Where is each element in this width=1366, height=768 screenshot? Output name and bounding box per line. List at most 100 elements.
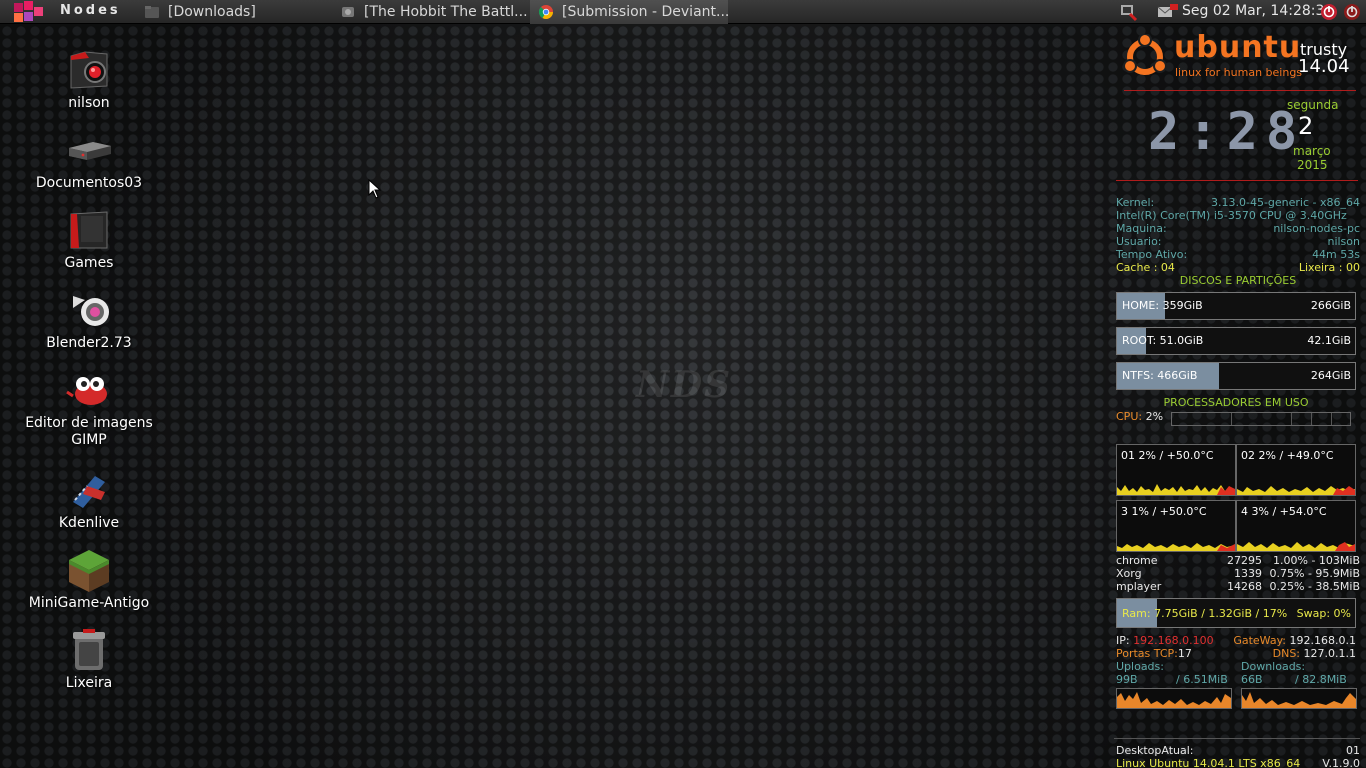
task-downloads[interactable]: [Downloads]: [136, 0, 332, 24]
ubuntu-logo: ubuntu linux for human beings trusty 14.…: [1114, 28, 1360, 91]
minecraft-icon: [65, 546, 113, 594]
task-hobbit[interactable]: [The Hobbit The Battl...: [332, 0, 530, 24]
power-icon[interactable]: [1342, 2, 1362, 22]
desktop-icon-label: Blender2.73: [46, 335, 132, 351]
gimp-icon: [65, 366, 113, 414]
disk-free: 42.1GiB: [1307, 334, 1351, 347]
cpu-usage-bar: [1171, 412, 1351, 426]
disk-label: HOME: 359GiB: [1122, 299, 1203, 312]
desktop-icon-blender[interactable]: Blender2.73: [14, 286, 164, 352]
uptime-value: 44m 53s: [1312, 248, 1360, 261]
ubuntu-tagline: linux for human beings: [1175, 66, 1303, 79]
clock-divider: [1116, 180, 1358, 181]
host-value: nilson-nodes-pc: [1273, 222, 1360, 235]
panel-clock[interactable]: Seg 02 Mar, 14:28:38: [1182, 3, 1333, 19]
disk-bar-home: HOME: 359GiB 266GiB: [1116, 292, 1356, 320]
mail-icon[interactable]: [1154, 2, 1180, 22]
system-info: Kernel: 3.13.0-45-generic - x86_64 Intel(…: [1114, 196, 1360, 287]
core-label: 01 2% / +50.0°C: [1121, 449, 1214, 462]
disk-list: HOME: 359GiB 266GiB ROOT: 51.0GiB 42.1Gi…: [1114, 292, 1360, 390]
ip-value: 192.168.0.100: [1133, 634, 1214, 647]
network-icon[interactable]: [1118, 2, 1138, 22]
ram-label: Ram:: [1122, 607, 1151, 620]
swap-label: Swap:: [1296, 607, 1331, 620]
network-section: IP: 192.168.0.100 GateWay: 192.168.0.1 P…: [1114, 632, 1360, 718]
upload-activity-graph: [1117, 692, 1231, 708]
tray: [1118, 0, 1180, 24]
upload-graph: [1116, 688, 1232, 709]
mouse-cursor-icon: [368, 179, 382, 199]
menu-logo-icon[interactable]: [10, 1, 50, 23]
cpu-usage: CPU: 2%: [1116, 410, 1163, 423]
download-graph: [1241, 688, 1357, 709]
clock-day: 2: [1298, 112, 1314, 140]
trash-info: Lixeira : 00: [1298, 261, 1360, 274]
core-graph-1: 01 2% / +50.0°C: [1116, 444, 1236, 496]
gateway-label: GateWay:: [1233, 634, 1287, 647]
uploads-value: 99B: [1116, 673, 1138, 686]
desktop-icon-nilson[interactable]: nilson: [14, 46, 164, 112]
desktop-icon-label: Kdenlive: [58, 515, 120, 531]
conky-footer: DesktopAtual: 01 Linux Ubuntu 14.04.1 LTS…: [1114, 738, 1360, 768]
dns-value: 127.0.1.1: [1303, 647, 1356, 660]
desktop-icon-lixeira[interactable]: Lixeira: [14, 626, 164, 692]
ports-value: 17: [1177, 647, 1192, 660]
process-row: mplayer 14268 0.25% - 38.5MiB: [1116, 580, 1360, 593]
cpu-value: 2%: [1145, 410, 1164, 423]
trash-icon: [65, 626, 113, 674]
drive-icon: [65, 126, 113, 174]
desktop-watermark: NDS: [636, 364, 733, 406]
cpu-title: PROCESSADORES EM USO: [1163, 396, 1309, 409]
cache-info: Cache : 04: [1116, 261, 1175, 274]
gateway-value: 192.168.0.1: [1289, 634, 1356, 647]
task-label: [Submission - Deviant...: [562, 4, 728, 20]
chrome-icon: [538, 5, 553, 19]
clock-weekday: segunda: [1287, 98, 1339, 112]
desktop-icon-games[interactable]: Games: [14, 206, 164, 272]
folder-icon: [65, 206, 113, 254]
download-activity-graph: [1242, 692, 1356, 708]
disk-bar-root: ROOT: 51.0GiB 42.1GiB: [1116, 327, 1356, 355]
kernel-label: Kernel:: [1116, 196, 1155, 209]
desktop-icon-kdenlive[interactable]: Kdenlive: [14, 466, 164, 532]
core-label: 3 1% / +50.0°C: [1121, 505, 1207, 518]
ubuntu-wordmark: ubuntu: [1174, 30, 1302, 65]
core-label: 4 3% / +54.0°C: [1241, 505, 1327, 518]
core-activity-graph: [1117, 484, 1235, 495]
process-row: Xorg 1339 0.75% - 95.9MiB: [1116, 567, 1360, 580]
top-panel: Nodes [Downloads] [The Hobbit The Battl.…: [0, 0, 1366, 24]
core-activity-graph: [1117, 543, 1235, 551]
desktop-icon-label: Games: [64, 255, 114, 271]
process-row: chrome 27295 1.00% - 103MiB: [1116, 554, 1360, 567]
desktop-icon-minigame[interactable]: MiniGame-Antigo: [14, 546, 164, 612]
desktop-icon-documentos03[interactable]: Documentos03: [14, 126, 164, 192]
uploads-label: Uploads:: [1116, 660, 1164, 673]
cpu-section: PROCESSADORES EM USO CPU: 2%: [1114, 390, 1360, 444]
clock-year: 2015: [1297, 158, 1328, 172]
desktop-icon-label: MiniGame-Antigo: [28, 595, 150, 611]
desktop-icon-gimp[interactable]: Editor de imagens GIMP: [14, 366, 164, 449]
cpu-label: CPU:: [1116, 410, 1143, 423]
session-icon[interactable]: [1319, 2, 1339, 22]
core-activity-graph: [1237, 542, 1355, 551]
big-clock-time: 2:28: [1148, 102, 1306, 162]
task-submission[interactable]: [Submission - Deviant...: [530, 0, 728, 24]
user-value: nilson: [1327, 235, 1360, 248]
core-activity-graph: [1237, 486, 1355, 495]
media-player-icon: [342, 7, 354, 17]
disk-label: ROOT: 51.0GiB: [1122, 334, 1204, 347]
ports-label: Portas TCP:: [1116, 647, 1178, 660]
kernel-value: 3.13.0-45-generic - x86_64: [1210, 196, 1360, 209]
big-clock: 2:28 segunda 2 março 2015: [1114, 88, 1360, 186]
desktop-value: 01: [1346, 744, 1360, 757]
ubuntu-version: 14.04: [1298, 56, 1350, 77]
core-graph-2: 02 2% / +49.0°C: [1236, 444, 1356, 496]
conky-version: V.1.9.0: [1322, 757, 1360, 768]
downloads-value: 66B: [1241, 673, 1263, 686]
conky-panel: ubuntu linux for human beings trusty 14.…: [1114, 28, 1360, 768]
task-label: [Downloads]: [168, 4, 256, 20]
desktop-icon-label: Documentos03: [35, 175, 143, 191]
uploads-total: / 6.51MiB: [1176, 673, 1228, 686]
desktop-icon-label: Editor de imagens GIMP: [25, 415, 153, 448]
menu-label[interactable]: Nodes: [60, 3, 121, 18]
